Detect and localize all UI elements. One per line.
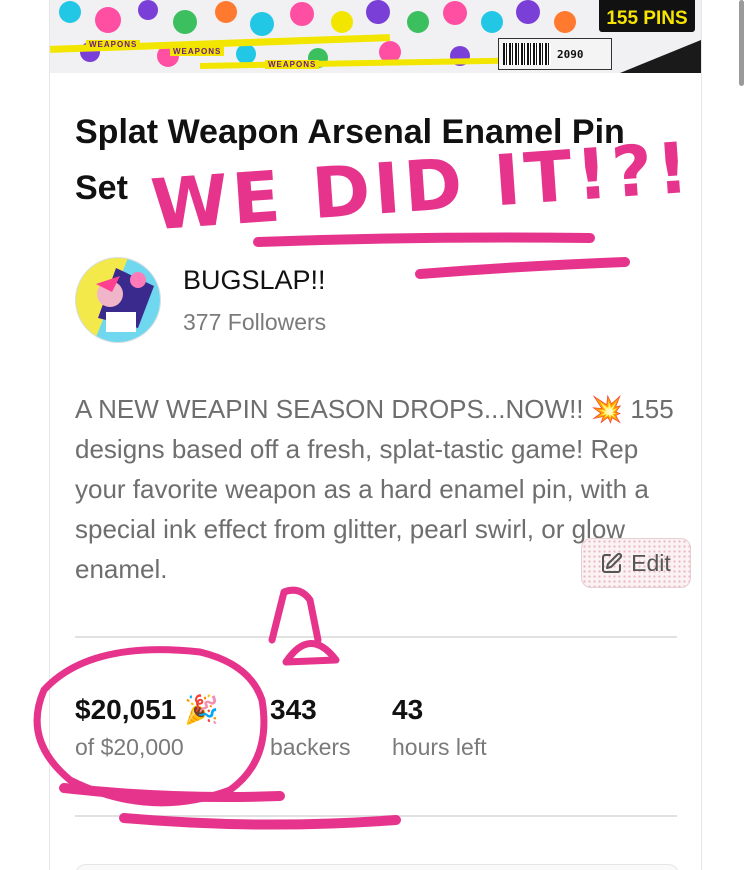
hours-left-count: 43 xyxy=(392,694,424,725)
creator-avatar[interactable] xyxy=(75,257,161,343)
pin-count-tag: 155 PINS xyxy=(599,0,695,32)
project-banner-image[interactable]: WEAPONS WEAPONS WEAPONS 2090 155 PINS xyxy=(50,0,701,73)
creator-name[interactable]: BUGSLAP!! xyxy=(183,265,326,296)
backers-label: backers xyxy=(270,734,351,760)
backers-count: 343 xyxy=(270,694,317,725)
goal-amount: of $20,000 xyxy=(75,734,184,760)
stat-backers: 343 backers xyxy=(270,693,351,761)
edit-button-label: Edit xyxy=(631,549,671,576)
hours-left-label: hours left xyxy=(392,734,487,760)
divider xyxy=(75,815,677,817)
project-card: WEAPONS WEAPONS WEAPONS 2090 155 PINS Sp… xyxy=(49,0,702,870)
ticket-graphic: 2090 xyxy=(498,38,612,70)
pencil-square-icon xyxy=(602,552,623,573)
barcode-icon xyxy=(503,43,551,65)
follower-count: 377 Followers xyxy=(183,309,327,335)
avatar-illustration-icon xyxy=(76,258,160,342)
edit-button[interactable]: Edit xyxy=(581,538,691,588)
pledged-amount: $20,051 🎉 xyxy=(75,694,219,725)
banner-label: WEAPONS xyxy=(170,47,225,56)
stat-time-left: 43 hours left xyxy=(392,693,487,761)
next-section-card xyxy=(75,864,679,870)
divider xyxy=(75,636,677,638)
ticket-code: 2090 xyxy=(557,47,584,61)
stat-pledged: $20,051 🎉 of $20,000 xyxy=(75,693,219,761)
banner-label: WEAPONS xyxy=(86,40,141,49)
scrollbar[interactable] xyxy=(739,0,744,86)
banner-label: WEAPONS xyxy=(265,60,320,69)
project-title: Splat Weapon Arsenal Enamel Pin Set xyxy=(75,113,625,207)
